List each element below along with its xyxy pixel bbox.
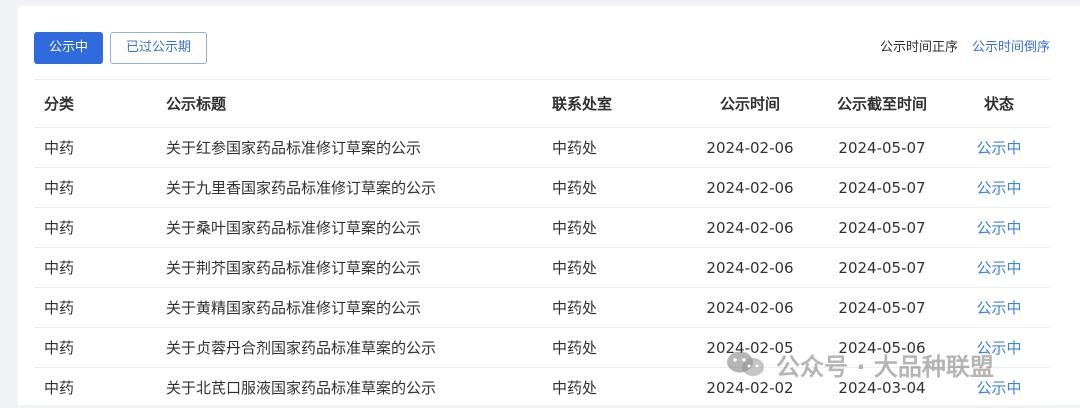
sort-descending-link[interactable]: 公示时间倒序: [972, 32, 1050, 64]
header-deadline: 公示截至时间: [836, 95, 927, 113]
header-title: 公示标题: [166, 95, 227, 113]
cell-category: 中药: [44, 339, 75, 357]
cell-title[interactable]: 关于黄精国家药品标准修订草案的公示: [166, 288, 421, 327]
cell-publish-date: 2024-02-05: [706, 338, 794, 357]
cell-deadline: 2024-05-07: [838, 138, 926, 157]
cell-title[interactable]: 关于荆芥国家药品标准修订草案的公示: [166, 248, 421, 287]
cell-department: 中药处: [552, 379, 598, 397]
header-status: 状态: [983, 95, 1014, 113]
table-row: 中药 关于桑叶国家药品标准修订草案的公示 中药处 2024-02-06 2024-05-…: [34, 208, 1050, 248]
cell-publish-date: 2024-02-02: [706, 378, 794, 397]
status-link[interactable]: 公示中: [954, 368, 1044, 407]
cell-department: 中药处: [552, 139, 598, 157]
cell-department: 中药处: [552, 259, 598, 277]
header-category: 分类: [44, 95, 75, 113]
table-row: 中药 关于北芪口服液国家药品标准草案的公示 中药处 2024-02-02 2024-03…: [34, 368, 1050, 408]
tab-expired-button[interactable]: 已过公示期: [110, 32, 207, 64]
cell-category: 中药: [44, 179, 75, 197]
table-row: 中药 关于红参国家药品标准修订草案的公示 中药处 2024-02-06 2024-05-…: [34, 128, 1050, 168]
table-row: 中药 关于黄精国家药品标准修订草案的公示 中药处 2024-02-06 2024-05-…: [34, 288, 1050, 328]
status-link[interactable]: 公示中: [954, 128, 1044, 167]
sort-ascending-link[interactable]: 公示时间正序: [880, 32, 958, 64]
cell-publish-date: 2024-02-06: [706, 298, 794, 317]
cell-publish-date: 2024-02-06: [706, 138, 794, 157]
cell-category: 中药: [44, 299, 75, 317]
table-row: 中药 关于贞蓉丹合剂国家药品标准草案的公示 中药处 2024-02-05 2024-05…: [34, 328, 1050, 368]
cell-deadline: 2024-05-07: [838, 258, 926, 277]
cell-category: 中药: [44, 139, 75, 157]
cell-publish-date: 2024-02-06: [706, 178, 794, 197]
cell-title[interactable]: 关于贞蓉丹合剂国家药品标准草案的公示: [166, 328, 436, 367]
publicity-table: 分类 公示标题 联系处室 公示时间 公示截至时间 状态 中药 关于红参国家药品标准…: [34, 79, 1050, 408]
cell-title[interactable]: 关于九里香国家药品标准修订草案的公示: [166, 168, 436, 207]
cell-deadline: 2024-03-04: [838, 378, 926, 397]
cell-category: 中药: [44, 379, 75, 397]
status-link[interactable]: 公示中: [954, 328, 1044, 367]
table-row: 中药 关于荆芥国家药品标准修订草案的公示 中药处 2024-02-06 2024-05-…: [34, 248, 1050, 288]
cell-category: 中药: [44, 219, 75, 237]
status-link[interactable]: 公示中: [954, 248, 1044, 287]
cell-deadline: 2024-05-06: [838, 338, 926, 357]
cell-publish-date: 2024-02-06: [706, 218, 794, 237]
status-link[interactable]: 公示中: [954, 168, 1044, 207]
cell-department: 中药处: [552, 219, 598, 237]
status-link[interactable]: 公示中: [954, 208, 1044, 247]
cell-deadline: 2024-05-07: [838, 298, 926, 317]
cell-department: 中药处: [552, 339, 598, 357]
toolbar: 公示中 已过公示期 公示时间正序 公示时间倒序: [34, 32, 1050, 64]
cell-deadline: 2024-05-07: [838, 178, 926, 197]
tab-in-publicity-button[interactable]: 公示中: [34, 32, 103, 64]
cell-category: 中药: [44, 259, 75, 277]
table-header-row: 分类 公示标题 联系处室 公示时间 公示截至时间 状态: [34, 80, 1050, 128]
cell-department: 中药处: [552, 299, 598, 317]
cell-title[interactable]: 关于红参国家药品标准修订草案的公示: [166, 128, 421, 167]
cell-department: 中药处: [552, 179, 598, 197]
header-department: 联系处室: [552, 95, 613, 113]
table-row: 中药 关于九里香国家药品标准修订草案的公示 中药处 2024-02-06 2024-05…: [34, 168, 1050, 208]
cell-title[interactable]: 关于桑叶国家药品标准修订草案的公示: [166, 208, 421, 247]
status-link[interactable]: 公示中: [954, 288, 1044, 327]
content-panel: 公示中 已过公示期 公示时间正序 公示时间倒序 分类 公示标题 联系处室 公示时…: [18, 6, 1080, 408]
header-publish-date: 公示时间: [719, 95, 780, 113]
cell-publish-date: 2024-02-06: [706, 258, 794, 277]
cell-deadline: 2024-05-07: [838, 218, 926, 237]
cell-title[interactable]: 关于北芪口服液国家药品标准草案的公示: [166, 368, 436, 407]
